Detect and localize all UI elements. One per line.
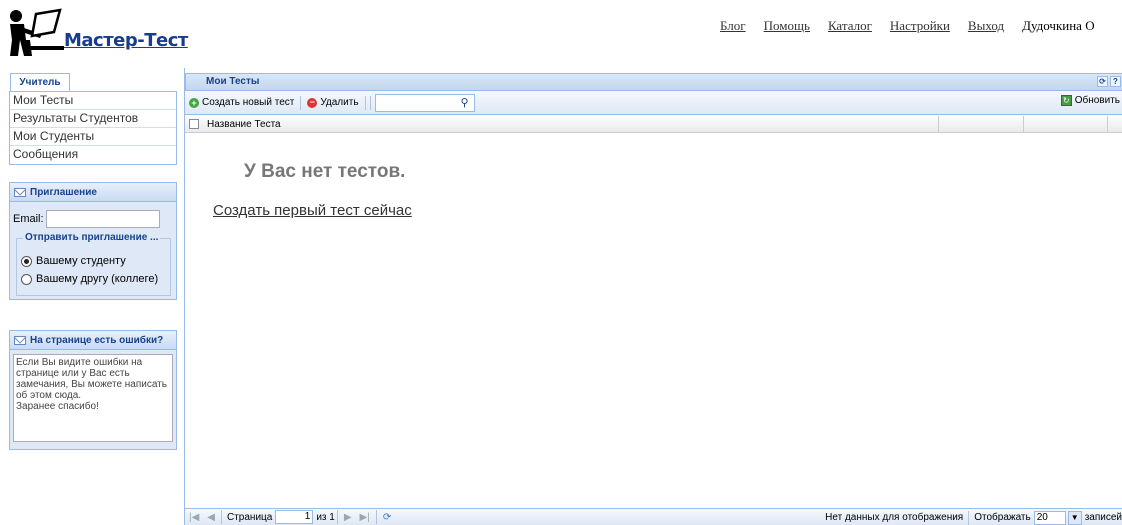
logo-text: Мастер-Тест [64, 30, 188, 51]
errors-panel: На странице есть ошибки? Если Вы видите … [9, 330, 177, 450]
refresh-label: Обновить [1074, 95, 1120, 106]
delete-icon: − [307, 97, 318, 108]
empty-message: У Вас нет тестов. [244, 161, 406, 182]
radio-option-friend[interactable]: Вашему другу (коллеге) [21, 273, 158, 285]
sidebar-item-messages[interactable]: Сообщения [10, 146, 176, 164]
first-page-icon[interactable]: |◀ [185, 512, 203, 523]
envelope-icon [14, 187, 26, 197]
add-icon: + [189, 97, 199, 108]
invite-fieldset-legend: Отправить приглашение ... [23, 232, 161, 243]
invite-panel-header: Приглашение [10, 183, 176, 202]
email-label: Email: [13, 213, 44, 225]
nav-link-blog[interactable]: Блог [720, 18, 746, 36]
search-icon[interactable]: ⚲ [461, 96, 475, 110]
reload-icon[interactable]: ⟳ [379, 512, 395, 523]
column-divider[interactable] [1023, 116, 1024, 133]
nav-link-help[interactable]: Помощь [764, 18, 810, 36]
pager-separator [336, 510, 338, 524]
create-test-button[interactable]: + Создать новый тест [185, 97, 298, 108]
toolbar-separator [369, 95, 371, 110]
toolbar-separator [364, 95, 366, 110]
refresh-icon: ↻ [1060, 95, 1072, 106]
envelope-icon [14, 335, 26, 345]
radio-option-student[interactable]: Вашему студенту [21, 255, 126, 267]
invite-panel-title: Приглашение [30, 186, 97, 198]
nav-link-logout[interactable]: Выход [968, 18, 1004, 36]
search-input[interactable] [374, 93, 475, 112]
page-number-input[interactable]: 1 [275, 510, 314, 524]
create-first-test-link[interactable]: Создать первый тест сейчас [213, 202, 412, 219]
logo[interactable]: Мастер-Тест [6, 6, 188, 58]
errors-panel-title: На странице есть ошибки? [30, 334, 164, 346]
help-icon[interactable]: ? [1110, 76, 1121, 87]
radio-student-label: Вашему студенту [36, 255, 126, 267]
email-row: Email: [13, 210, 160, 228]
column-divider[interactable] [938, 116, 939, 133]
paging-toolbar: |◀ ◀ Страница 1 из 1 ▶ ▶| ⟳ Нет данных д… [185, 508, 1122, 525]
grid-column-header: Название Теста [185, 116, 1122, 133]
create-test-label: Создать новый тест [202, 97, 295, 108]
sidebar-item-student-results[interactable]: Результаты Студентов [10, 110, 176, 128]
radio-friend[interactable] [21, 273, 32, 285]
show-label: Отображать [974, 512, 1031, 523]
page-label: Страница [227, 511, 273, 523]
last-page-icon[interactable]: ▶| [356, 512, 374, 523]
page-size-value[interactable]: 20 [1033, 510, 1066, 525]
next-page-icon[interactable]: ▶ [340, 512, 356, 523]
user-name: Дудочкина О [1022, 18, 1095, 33]
delete-label: Удалить [320, 97, 359, 108]
email-field[interactable] [45, 210, 160, 228]
layout-divider[interactable] [184, 68, 185, 525]
no-data-label: Нет данных для отображения [825, 512, 964, 523]
page-size-select[interactable]: 20 ▼ [1033, 510, 1082, 525]
invite-fieldset: Отправить приглашение ... Вашему студент… [16, 232, 171, 296]
pager-separator [375, 510, 377, 524]
prev-page-icon[interactable]: ◀ [203, 512, 219, 523]
feedback-textarea[interactable]: Если Вы видите ошибки на странице или у … [13, 354, 173, 442]
radio-student[interactable] [21, 255, 32, 267]
grid-title: Мои Тесты [206, 76, 260, 87]
nav-link-catalog[interactable]: Каталог [828, 18, 872, 36]
tab-teacher[interactable]: Учитель [10, 73, 70, 92]
toolbar-separator [300, 95, 302, 110]
nav-link-settings[interactable]: Настройки [890, 18, 950, 36]
select-all-checkbox[interactable] [189, 119, 199, 129]
grid-toolbar: + Создать новый тест − Удалить ⚲ ↻ Обнов… [185, 91, 1122, 115]
sidebar-item-my-students[interactable]: Мои Студенты [10, 128, 176, 146]
refresh-panel-icon[interactable]: ⟳ [1097, 76, 1108, 87]
radio-friend-label: Вашему другу (коллеге) [36, 273, 159, 285]
logo-figure-icon [10, 8, 64, 56]
records-label: записей [1084, 512, 1122, 523]
pager-separator [221, 510, 222, 524]
invite-panel: Приглашение Email: Отправить приглашение… [9, 182, 177, 300]
column-divider[interactable] [1107, 116, 1108, 133]
sidebar-menu: Мои Тесты Результаты Студентов Мои Студе… [9, 92, 177, 165]
top-nav: Блог Помощь Каталог Настройки Выход Дудо… [720, 18, 1122, 36]
chevron-down-icon[interactable]: ▼ [1067, 510, 1082, 525]
pager-separator [968, 510, 970, 525]
errors-panel-header: На странице есть ошибки? [10, 331, 176, 350]
column-header-test-name[interactable]: Название Теста [207, 119, 281, 130]
delete-button[interactable]: − Удалить [303, 97, 362, 108]
grid-header: Мои Тесты ⟳ ? [185, 73, 1122, 91]
refresh-button[interactable]: ↻ Обновить [1060, 95, 1120, 106]
page-count-label: из 1 [316, 511, 335, 523]
sidebar-item-my-tests[interactable]: Мои Тесты [10, 92, 176, 110]
pager-right: Нет данных для отображения Отображать 20… [825, 509, 1122, 525]
